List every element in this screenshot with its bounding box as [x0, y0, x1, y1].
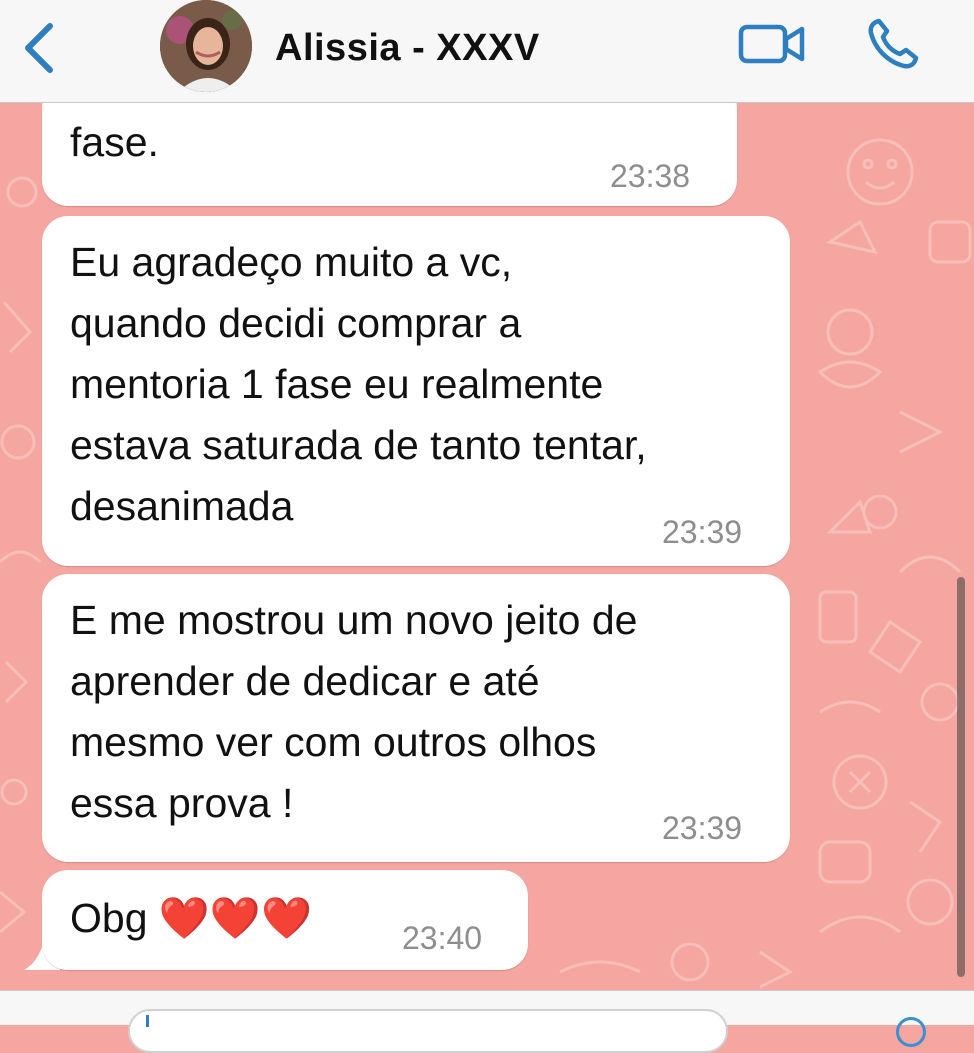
message-time: 23:38 — [610, 158, 691, 194]
chat-header: Alissia - XXXV — [0, 0, 974, 103]
message-text: fase. — [70, 119, 159, 165]
message-text: E me mostrou um novo jeito de aprender d… — [70, 597, 638, 826]
message-bubble[interactable]: Obg ❤️❤️❤️ 23:40 — [42, 870, 528, 970]
message-bubble[interactable]: fase. 23:38 — [42, 102, 737, 206]
text-cursor — [146, 1015, 149, 1027]
contact-name[interactable]: Alissia - XXXV — [275, 27, 540, 70]
message-time: 23:39 — [662, 810, 743, 846]
message-bubble[interactable]: E me mostrou um novo jeito de aprender d… — [42, 574, 790, 862]
phone-icon[interactable] — [864, 16, 924, 72]
microphone-icon[interactable] — [896, 1017, 926, 1047]
message-input-bar — [0, 990, 974, 1053]
message-text: Eu agradeço muito a vc, quando decidi co… — [70, 239, 647, 529]
chat-area[interactable]: fase. 23:38 Eu agradeço muito a vc, quan… — [0, 102, 974, 990]
video-camera-icon[interactable] — [738, 22, 806, 66]
scrollbar[interactable] — [957, 577, 965, 977]
message-text: Obg ❤️❤️❤️ — [70, 895, 313, 941]
message-bubble[interactable]: Eu agradeço muito a vc, quando decidi co… — [42, 216, 790, 566]
message-time: 23:39 — [662, 514, 743, 550]
message-time: 23:40 — [402, 920, 483, 956]
chevron-left-icon[interactable] — [20, 22, 60, 74]
avatar[interactable] — [160, 0, 252, 92]
message-input[interactable] — [128, 1009, 728, 1053]
